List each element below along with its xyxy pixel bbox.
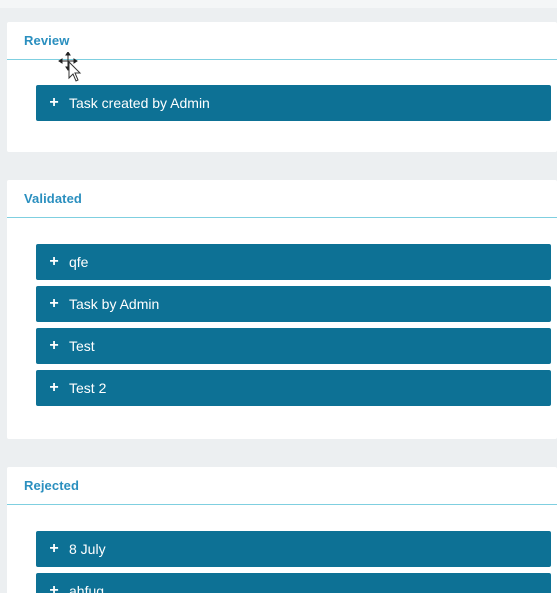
section-body: + 8 July + ahfug <box>7 505 557 593</box>
task-item[interactable]: + ahfug <box>36 573 551 593</box>
task-item[interactable]: + 8 July <box>36 531 551 567</box>
task-item[interactable]: + Test 2 <box>36 370 551 406</box>
task-label: Test <box>69 338 95 354</box>
plus-icon[interactable]: + <box>48 380 60 396</box>
plus-icon[interactable]: + <box>48 254 60 270</box>
plus-icon[interactable]: + <box>48 583 60 593</box>
task-label: Task by Admin <box>69 296 160 312</box>
plus-icon[interactable]: + <box>48 296 60 312</box>
section-title: Review <box>24 33 70 48</box>
section-title: Rejected <box>24 478 79 493</box>
move-cursor-icon <box>58 52 82 82</box>
task-label: Task created by Admin <box>69 95 210 111</box>
section-validated: Validated + qfe + Task by Admin + Test +… <box>7 180 557 439</box>
task-item[interactable]: + Test <box>36 328 551 364</box>
plus-icon[interactable]: + <box>48 95 60 111</box>
section-header: Review <box>7 22 557 60</box>
task-label: qfe <box>69 254 89 270</box>
task-label: ahfug <box>69 583 105 593</box>
section-header: Validated <box>7 180 557 218</box>
section-body: + qfe + Task by Admin + Test + Test 2 <box>7 218 557 406</box>
plus-icon[interactable]: + <box>48 338 60 354</box>
section-body: + Task created by Admin <box>7 60 557 121</box>
plus-icon[interactable]: + <box>48 541 60 557</box>
task-label: 8 July <box>69 541 106 557</box>
section-review: Review + Task created by Admin <box>7 22 557 152</box>
task-item[interactable]: + Task by Admin <box>36 286 551 322</box>
task-item[interactable]: + Task created by Admin <box>36 85 551 121</box>
workflow-board: Review + Task created by Admin Validated… <box>0 0 557 593</box>
top-strip <box>0 0 557 8</box>
section-header: Rejected <box>7 467 557 505</box>
section-rejected: Rejected + 8 July + ahfug <box>7 467 557 593</box>
task-label: Test 2 <box>69 380 107 396</box>
section-title: Validated <box>24 191 82 206</box>
task-item[interactable]: + qfe <box>36 244 551 280</box>
